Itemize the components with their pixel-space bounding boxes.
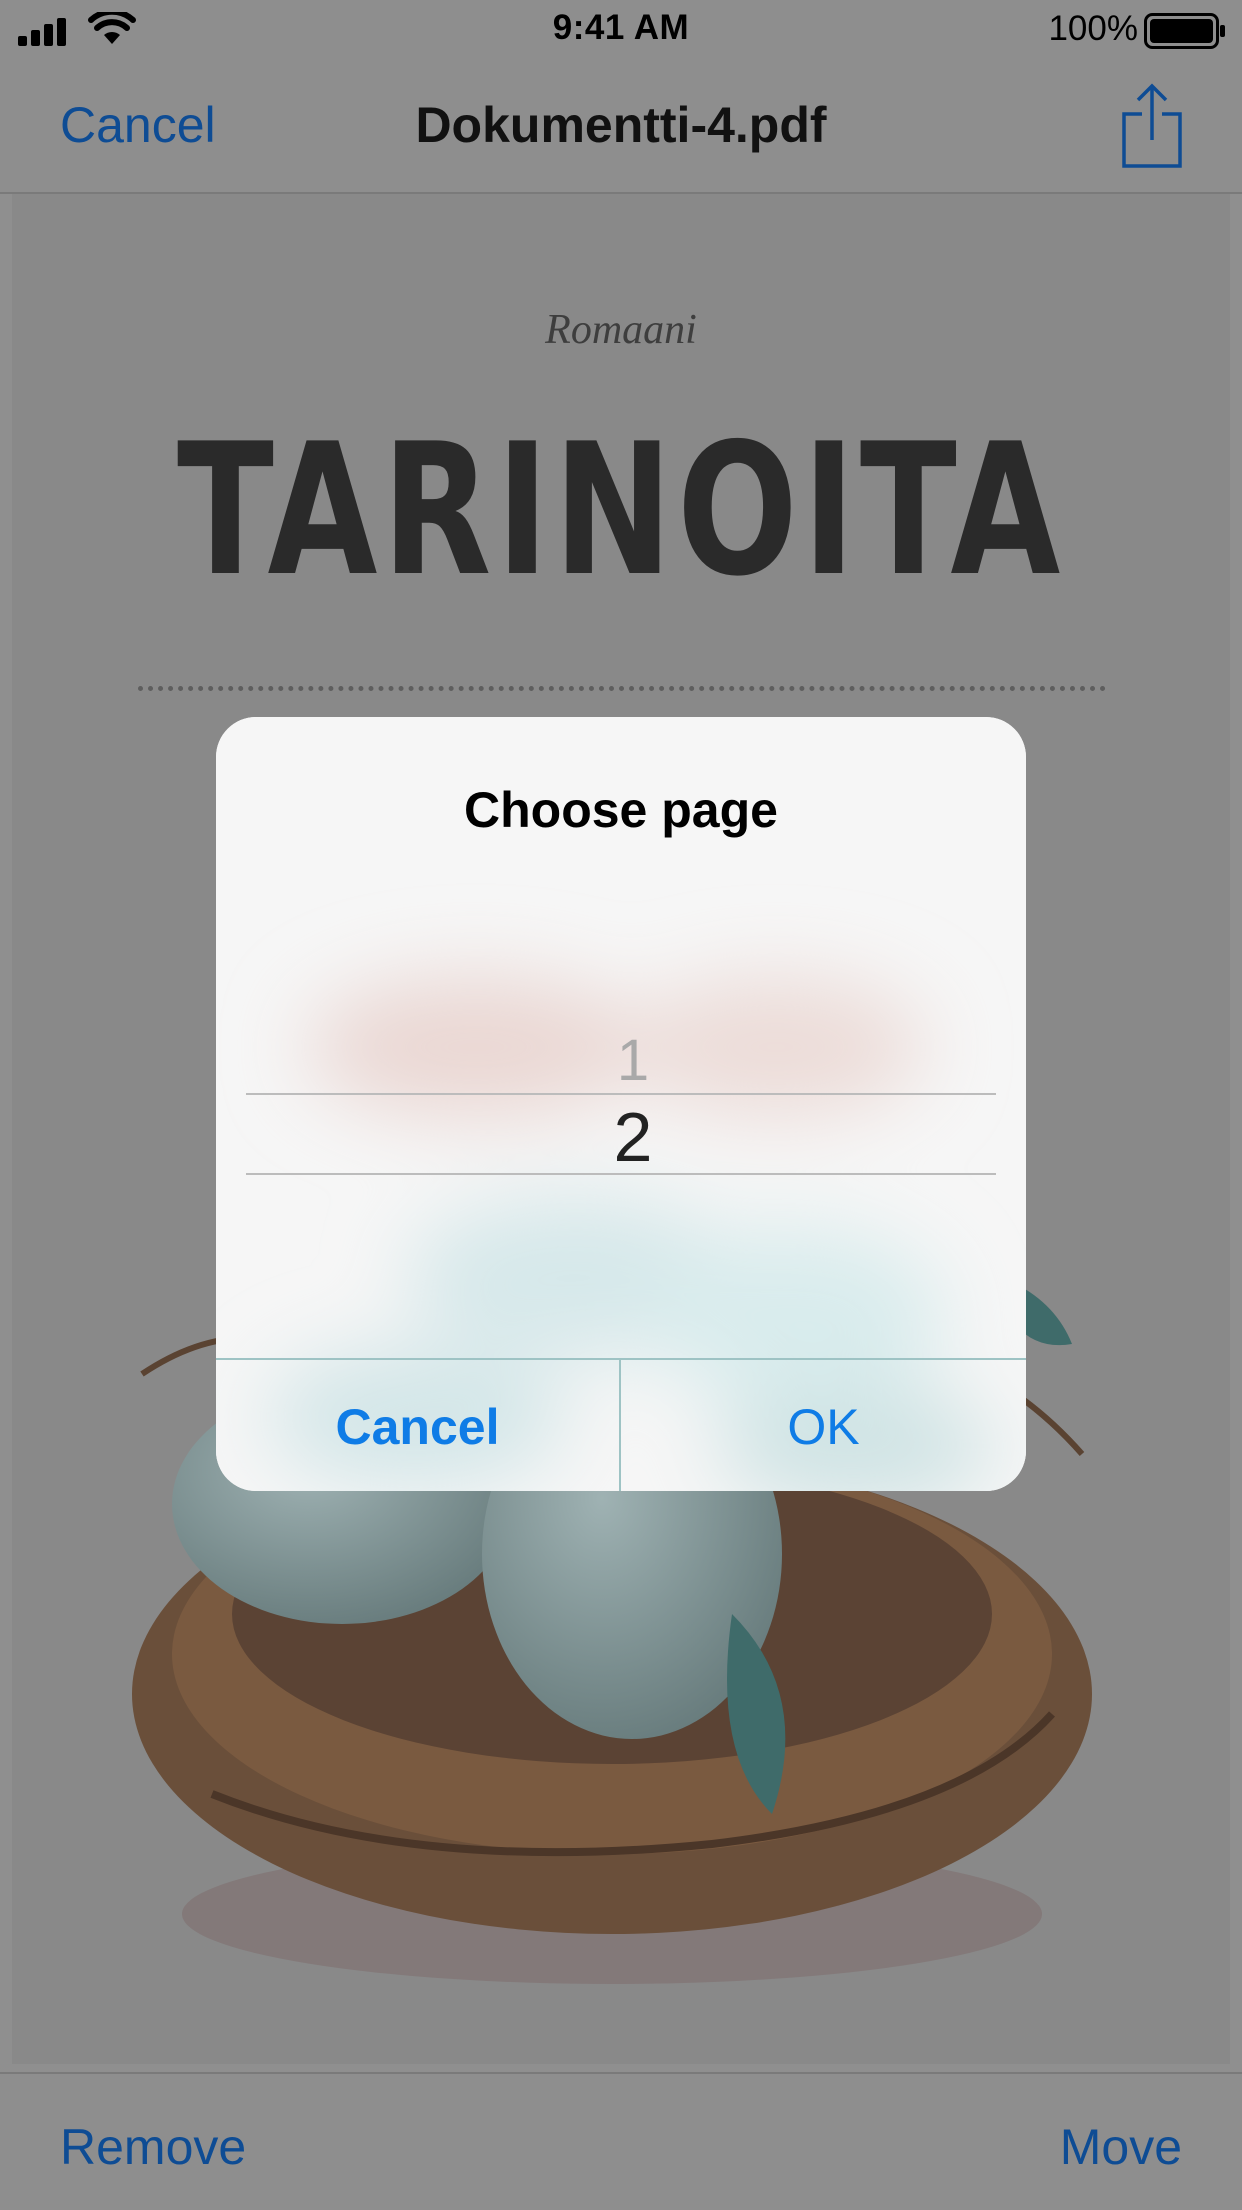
picker-option-selected[interactable]: 2 xyxy=(216,1097,1026,1177)
dialog-ok-button[interactable]: OK xyxy=(621,1360,1026,1491)
remove-button[interactable]: Remove xyxy=(60,2118,246,2176)
picker-selection-line-bottom xyxy=(246,1173,996,1175)
dialog-cancel-button[interactable]: Cancel xyxy=(216,1360,621,1491)
picker-selection-line-top xyxy=(246,1093,996,1095)
battery-percent: 100% xyxy=(1048,9,1138,48)
bottom-toolbar: Remove Move xyxy=(0,2072,1242,2210)
picker-option-previous[interactable]: 1 xyxy=(216,1027,1026,1094)
choose-page-dialog: Choose page 1 2 Cancel OK xyxy=(216,717,1026,1491)
battery-icon xyxy=(1144,13,1225,49)
status-bar: 9:41 AM 100% xyxy=(0,0,1242,62)
dialog-title: Choose page xyxy=(464,782,778,838)
move-button[interactable]: Move xyxy=(1060,2118,1182,2176)
navigation-bar: Cancel Dokumentti-4.pdf xyxy=(0,62,1242,194)
document-title: Dokumentti-4.pdf xyxy=(415,97,827,153)
dialog-actions: Cancel OK xyxy=(216,1358,1026,1491)
share-icon[interactable] xyxy=(1120,82,1184,168)
